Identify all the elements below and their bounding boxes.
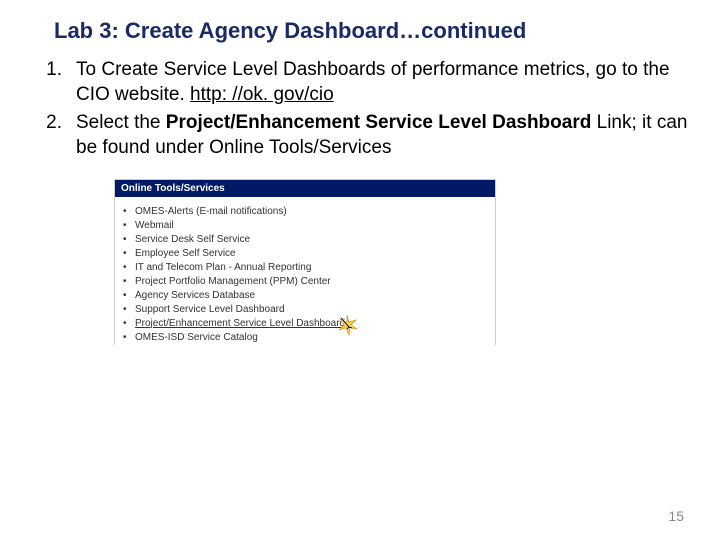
instruction-item-1: 1. To Create Service Level Dashboards of… — [34, 58, 692, 107]
highlighted-link-wrap: Project/Enhancement Service Level Dashbo… — [135, 317, 345, 330]
slide: Lab 3: Create Agency Dashboard…continued… — [0, 0, 720, 540]
cio-website-link[interactable]: http: //ok. gov/cio — [190, 84, 334, 105]
list-item: Service Desk Self Service — [135, 233, 495, 247]
item-body: Select the Project/Enhancement Service L… — [76, 111, 692, 160]
list-item: OMES-Alerts (E-mail notifications) — [135, 205, 495, 219]
list-item: Project Portfolio Management (PPM) Cente… — [135, 275, 495, 289]
item-text-bold: Project/Enhancement Service Level Dashbo… — [166, 112, 592, 133]
list-item: IT and Telecom Plan - Annual Reporting — [135, 261, 495, 275]
ppm-center-link[interactable]: Project Portfolio Management (PPM) Cente… — [135, 276, 331, 287]
item-body: To Create Service Level Dashboards of pe… — [76, 58, 692, 107]
item-text-pre: Select the — [76, 112, 166, 133]
embedded-screenshot: Online Tools/Services OMES-Alerts (E-mai… — [114, 179, 496, 345]
service-desk-link[interactable]: Service Desk Self Service — [135, 234, 250, 245]
online-tools-list: OMES-Alerts (E-mail notifications) Webma… — [115, 205, 495, 345]
panel-header: Online Tools/Services — [115, 180, 495, 201]
omes-isd-catalog-link[interactable]: OMES-ISD Service Catalog — [135, 332, 258, 343]
list-item: Employee Self Service — [135, 247, 495, 261]
instruction-item-2: 2. Select the Project/Enhancement Servic… — [34, 111, 692, 160]
item-text: To Create Service Level Dashboards of pe… — [76, 59, 670, 105]
item-number: 1. — [34, 58, 62, 107]
page-number: 15 — [668, 508, 684, 524]
list-item: Agency Services Database — [135, 289, 495, 303]
webmail-link[interactable]: Webmail — [135, 220, 174, 231]
list-item: Support Service Level Dashboard — [135, 303, 495, 317]
employee-self-service-link[interactable]: Employee Self Service — [135, 248, 236, 259]
page-title: Lab 3: Create Agency Dashboard…continued — [54, 18, 692, 44]
list-item: OMES-ISD Service Catalog — [135, 331, 495, 345]
it-telecom-plan-link[interactable]: IT and Telecom Plan - Annual Reporting — [135, 262, 311, 273]
list-item: Project/Enhancement Service Level Dashbo… — [135, 317, 495, 331]
item-number: 2. — [34, 111, 62, 160]
list-item: Webmail — [135, 219, 495, 233]
agency-services-db-link[interactable]: Agency Services Database — [135, 290, 255, 301]
support-sld-link[interactable]: Support Service Level Dashboard — [135, 304, 285, 315]
instruction-list: 1. To Create Service Level Dashboards of… — [34, 58, 692, 161]
omes-alerts-link[interactable]: OMES-Alerts (E-mail notifications) — [135, 206, 287, 217]
project-enhancement-sld-link[interactable]: Project/Enhancement Service Level Dashbo… — [135, 318, 345, 329]
